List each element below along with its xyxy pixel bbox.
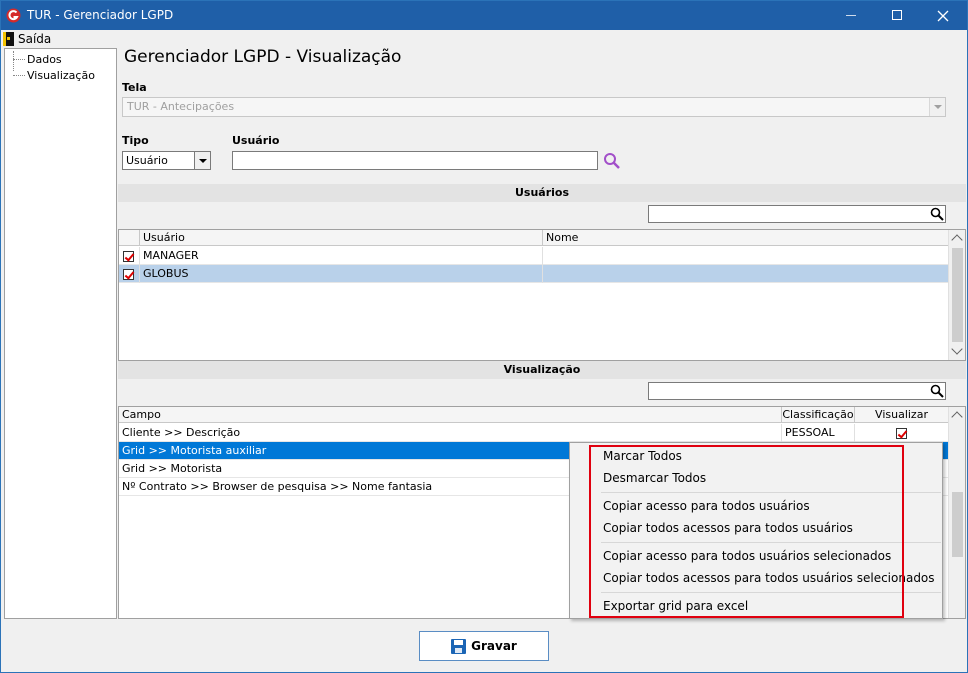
cell-campo: Cliente >> Descrição [119,424,782,442]
maximize-button[interactable] [874,1,920,30]
tela-label: Tela [122,81,147,94]
cell-nome [543,265,949,283]
menu-item-exportar-excel[interactable]: Exportar grid para excel [603,595,748,617]
tree-item-label: Visualização [27,68,95,82]
tree-item-dados[interactable]: Dados [13,51,62,67]
scrollbar-thumb[interactable] [952,492,963,557]
menu-item-copiar-todos-acessos-todos[interactable]: Copiar todos acessos para todos usuários [603,517,853,539]
checkbox-checked-icon [123,250,134,262]
menu-exit-label: Saída [18,31,52,46]
header-nome[interactable]: Nome [543,230,949,246]
cell-usuario: GLOBUS [140,265,543,283]
header-campo[interactable]: Campo [119,407,782,423]
header-check-column [119,230,140,246]
visualizacao-filter-input[interactable] [648,382,946,400]
table-row[interactable]: Cliente >> Descrição PESSOAL [119,424,949,442]
menu-item-copiar-todos-acessos-selecionados[interactable]: Copiar todos acessos para todos usuários… [603,567,935,589]
usuarios-section-header: Usuários [118,184,966,202]
tree-branch [13,58,25,60]
header-visualizar[interactable]: Visualizar [855,407,949,423]
scrollbar-thumb[interactable] [952,248,963,342]
tree-item-visualizacao[interactable]: Visualização [13,67,95,83]
exit-door-icon [3,31,14,46]
search-icon[interactable] [930,384,944,398]
search-icon[interactable] [930,207,944,221]
tipo-select-value: Usuário [126,154,168,167]
app-logo-icon [6,8,21,23]
table-row[interactable]: GLOBUS [119,265,949,283]
maximize-icon [892,10,902,20]
scroll-up-icon[interactable] [951,411,963,423]
cell-nome [543,247,949,265]
usuario-label: Usuário [232,134,280,147]
app-window: TUR - Gerenciador LGPD Saída Dados Visua… [0,0,968,673]
cell-visualizar-checkbox[interactable] [855,424,949,442]
usuarios-grid-header: Usuário Nome [119,230,949,246]
scroll-down-icon[interactable] [951,343,963,355]
menu-item-marcar-todos[interactable]: Marcar Todos [603,445,682,467]
tela-select-value: TUR - Antecipações [127,100,235,113]
cell-classificacao: PESSOAL [782,424,855,442]
menu-item-copiar-acesso-todos[interactable]: Copiar acesso para todos usuários [603,495,810,517]
page-title: Gerenciador LGPD - Visualização [124,47,402,67]
tipo-select[interactable]: Usuário [122,151,211,170]
save-button[interactable]: Gravar [419,631,549,661]
checkbox-checked-icon [896,427,907,439]
navigation-tree: Dados Visualização [4,48,117,619]
menu-item-copiar-acesso-selecionados[interactable]: Copiar acesso para todos usuários seleci… [603,545,891,567]
visualizacao-grid-header: Campo Classificação Visualizar [119,407,949,423]
menu-bar: Saída [1,30,967,47]
context-menu: Marcar Todos Desmarcar Todos Copiar aces… [569,442,943,619]
usuarios-scrollbar[interactable] [948,230,965,360]
floppy-disk-icon [451,638,467,654]
cell-usuario: MANAGER [140,247,543,265]
tree-branch [13,74,25,76]
close-button[interactable] [920,1,966,30]
window-title: TUR - Gerenciador LGPD [27,8,174,22]
header-usuario[interactable]: Usuário [140,230,543,246]
header-classificacao[interactable]: Classificação [782,407,855,423]
menu-item-desmarcar-todos[interactable]: Desmarcar Todos [603,467,706,489]
minimize-icon [846,15,856,16]
usuario-input[interactable] [232,151,598,170]
menu-separator [601,542,941,543]
usuarios-filter-input[interactable] [648,205,946,223]
menu-separator [601,492,941,493]
visualizacao-scrollbar[interactable] [948,407,965,618]
tree-item-label: Dados [27,52,62,66]
visualizacao-section-header: Visualização [118,361,966,379]
search-icon[interactable] [603,152,621,170]
tipo-label: Tipo [122,134,149,147]
minimize-button[interactable] [828,1,874,30]
usuarios-grid: Usuário Nome MANAGER GLOBUS [118,229,966,361]
chevron-down-icon[interactable] [194,152,210,169]
menu-separator [601,592,941,593]
tela-select[interactable]: TUR - Antecipações [122,97,946,117]
row-checkbox[interactable] [119,247,140,265]
save-button-label: Gravar [471,639,517,653]
checkbox-checked-icon [123,268,134,280]
chevron-down-icon[interactable] [929,98,945,116]
row-checkbox[interactable] [119,265,140,283]
scroll-up-icon[interactable] [951,234,963,246]
menu-exit[interactable]: Saída [3,30,51,47]
title-bar: TUR - Gerenciador LGPD [1,1,967,30]
table-row[interactable]: MANAGER [119,247,949,265]
close-icon [937,10,949,22]
